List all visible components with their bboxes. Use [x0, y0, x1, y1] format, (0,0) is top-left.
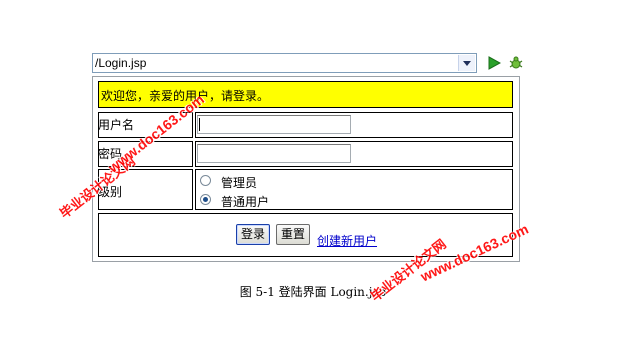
password-input[interactable] [197, 144, 351, 163]
login-button[interactable]: 登录 [236, 224, 270, 245]
username-label: 用户名 [98, 118, 135, 132]
welcome-banner: 欢迎您，亲爱的用户，请登录。 [98, 81, 513, 108]
username-input[interactable] [197, 115, 351, 134]
play-icon[interactable] [487, 56, 501, 70]
text-cursor [199, 118, 200, 131]
radio-normal-user-label: 普通用户 [221, 195, 270, 209]
chevron-down-icon[interactable] [458, 55, 475, 71]
register-link[interactable]: 创建新用户 [317, 232, 377, 249]
address-text: /Login.jsp [95, 56, 147, 70]
bug-icon[interactable] [508, 55, 524, 71]
reset-button[interactable]: 重置 [276, 224, 310, 245]
radio-admin[interactable] [200, 175, 211, 186]
address-bar[interactable]: /Login.jsp [92, 53, 477, 73]
radio-admin-label: 管理员 [221, 176, 258, 190]
radio-normal-user[interactable] [200, 194, 211, 205]
figure-caption: 图 5-1 登陆界面 Login.jsp [239, 285, 387, 299]
